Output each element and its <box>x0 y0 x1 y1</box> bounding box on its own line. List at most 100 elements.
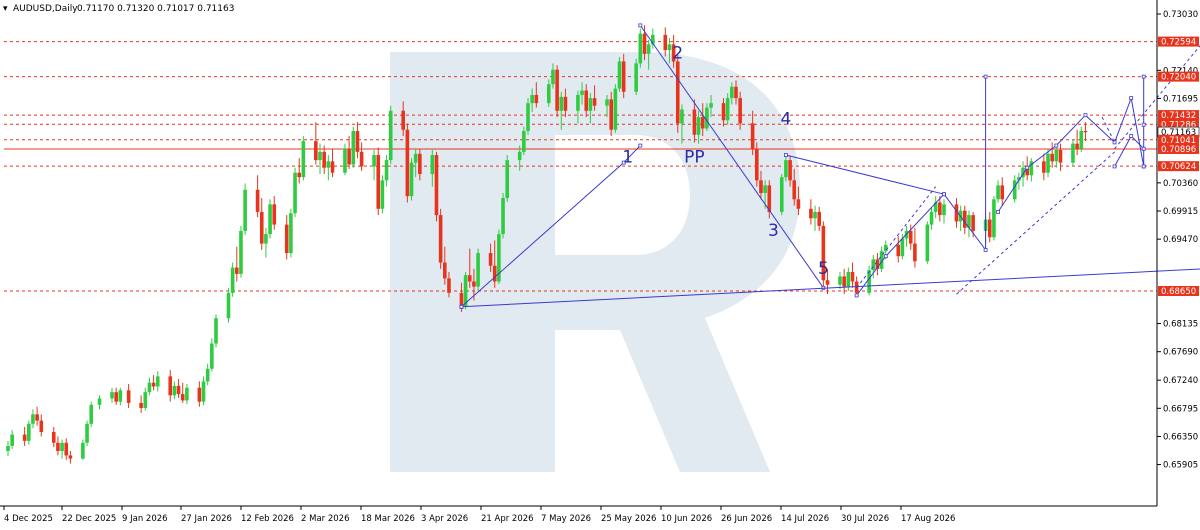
candle-body <box>272 204 277 225</box>
candle-body <box>709 103 713 108</box>
candle-body <box>126 390 131 403</box>
candle-body <box>476 253 480 287</box>
candle-body <box>259 211 264 244</box>
candle-body <box>617 61 622 89</box>
y-tick-label: 0.70360 <box>1163 179 1198 189</box>
candle-body <box>176 385 181 395</box>
candle-body <box>908 230 913 244</box>
y-tick-label: 0.67240 <box>1163 376 1198 386</box>
candle-body <box>326 161 331 168</box>
candle-body <box>492 265 497 282</box>
candle-body <box>692 109 697 135</box>
candle-body <box>405 129 410 197</box>
candle-body <box>197 387 202 402</box>
candle-body <box>351 131 356 165</box>
candle-body <box>438 215 443 263</box>
x-tick-label: 9 Jan 2026 <box>122 514 168 524</box>
x-tick-label: 12 Feb 2026 <box>241 514 294 524</box>
candle-body <box>10 434 14 446</box>
candle-body <box>883 244 888 252</box>
candle-body <box>517 151 522 161</box>
candle-body <box>779 177 784 212</box>
candle-body <box>418 153 422 175</box>
candle-body <box>314 141 318 161</box>
wave-node <box>942 192 946 197</box>
wave-node <box>883 254 888 259</box>
candle-body <box>663 34 668 51</box>
candle-body <box>696 117 701 135</box>
x-tick-label: 2 Mar 2026 <box>301 514 349 524</box>
chart-area: 1 2 PP 3 4 5 0.73030 0.72140 0.71695 0.70360 0.69… <box>0 0 1200 526</box>
x-tick-label: 26 Jun 2026 <box>721 514 772 524</box>
candle-body <box>239 230 243 274</box>
candle-body <box>534 94 539 104</box>
candle-body <box>6 445 10 451</box>
candle-body <box>763 185 767 193</box>
wave-node <box>1054 143 1059 148</box>
dropdown-icon[interactable]: ▾ <box>3 4 8 14</box>
candle-body <box>114 392 118 402</box>
candle-body <box>434 155 439 216</box>
candle-body <box>243 189 247 231</box>
candle-body <box>409 162 414 197</box>
y-tick-label: 0.71695 <box>1163 94 1198 104</box>
candle-body <box>559 96 564 111</box>
price-level-label: 0.72594 <box>1161 38 1196 48</box>
x-tick-label: 10 Jun 2026 <box>661 514 712 524</box>
candle-body <box>467 275 472 282</box>
x-tick-label: 21 Apr 2026 <box>481 514 534 524</box>
candle-body <box>110 392 114 399</box>
candle-body <box>388 110 393 161</box>
candle-body <box>359 151 364 167</box>
candle-body <box>584 90 589 111</box>
wave-node <box>1141 74 1146 79</box>
candle-body <box>255 189 260 212</box>
candle-body <box>401 110 405 130</box>
wave-node <box>1141 164 1146 169</box>
wave-label: 3 <box>768 221 779 241</box>
candle-body <box>447 278 451 293</box>
candle-body <box>172 385 177 396</box>
candle-body <box>27 423 31 441</box>
x-tick-label: 18 Mar 2026 <box>361 514 415 524</box>
candle-body <box>472 281 476 287</box>
candle-body <box>730 86 734 99</box>
candle-body <box>646 44 651 54</box>
y-tick-label: 0.73030 <box>1163 10 1198 20</box>
y-tick-label: 0.67690 <box>1163 348 1198 358</box>
candle-body <box>563 96 568 111</box>
candle-body <box>987 219 992 238</box>
candle-body <box>792 180 797 200</box>
x-tick-label: 22 Dec 2025 <box>62 514 116 524</box>
candle-body <box>443 262 447 279</box>
x-tick-label: 25 May 2026 <box>601 514 656 524</box>
x-tick-label: 17 Aug 2026 <box>901 514 955 524</box>
wave-node <box>1129 134 1134 138</box>
candle-body <box>576 94 580 111</box>
symbol-label: AUDUSD,Daily <box>13 4 78 14</box>
candle-body <box>505 160 509 199</box>
candle-body <box>850 272 855 282</box>
candle-body <box>301 141 306 178</box>
candle-body <box>1046 153 1050 173</box>
candle-body <box>376 155 381 209</box>
candle-body <box>459 292 464 307</box>
wave-node <box>983 247 988 252</box>
candle-body <box>35 414 39 421</box>
wave-node <box>983 74 988 79</box>
candle-body <box>168 376 173 396</box>
candle-body <box>1071 143 1075 163</box>
candle-body <box>501 198 505 235</box>
candle-body <box>1012 180 1017 200</box>
candle-body <box>81 442 85 459</box>
candle-body <box>700 117 705 129</box>
candle-body <box>68 455 73 459</box>
candle-body <box>1042 161 1046 173</box>
candle-body <box>963 210 967 228</box>
wave-node <box>1083 113 1088 118</box>
candle-body <box>97 398 102 405</box>
wave-node <box>1112 164 1117 169</box>
candle-body <box>938 202 942 216</box>
candle-body <box>343 148 347 173</box>
candle-body <box>89 404 93 424</box>
